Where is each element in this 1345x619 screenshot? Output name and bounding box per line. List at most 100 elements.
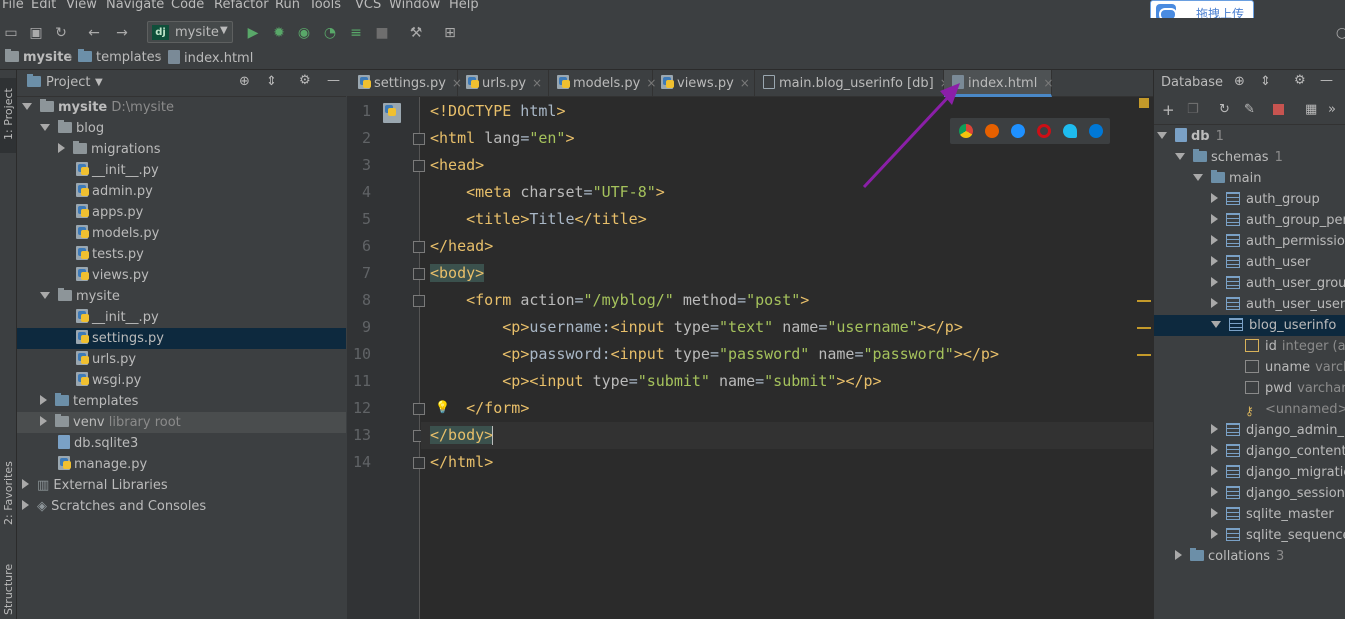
warning-marker[interactable]: [1137, 327, 1151, 329]
chevron-down-icon[interactable]: [1157, 132, 1167, 139]
settings-wrench-icon[interactable]: ⚒: [407, 24, 425, 42]
project-structure-icon[interactable]: ⊞: [441, 24, 459, 42]
chevron-right-icon[interactable]: [1211, 256, 1218, 266]
tree-item[interactable]: db.sqlite3: [17, 433, 346, 454]
back-icon[interactable]: ←: [85, 24, 103, 42]
fold-marker-icon[interactable]: [413, 295, 425, 307]
menu-tools[interactable]: Tools: [309, 0, 341, 12]
safari-icon[interactable]: [1011, 124, 1025, 138]
tree-item[interactable]: venv library root: [17, 412, 346, 433]
tab-views-py[interactable]: views.py ×: [653, 70, 755, 97]
code-line[interactable]: <p>password:<input type="password" name=…: [430, 341, 999, 368]
code-line[interactable]: <head>: [430, 152, 484, 179]
db-tree-item[interactable]: auth_user_user_: [1154, 294, 1345, 315]
tab-models-py[interactable]: models.py ×: [549, 70, 656, 97]
tree-item[interactable]: admin.py: [17, 181, 346, 202]
db-tree-item[interactable]: django_session: [1154, 483, 1345, 504]
sync-icon[interactable]: ↻: [52, 24, 70, 42]
favorites-tool-label[interactable]: 2: Favorites: [2, 461, 15, 525]
tree-item[interactable]: tests.py: [17, 244, 346, 265]
edge-icon[interactable]: [1089, 124, 1103, 138]
db-tree-item[interactable]: schemas 1: [1154, 147, 1345, 168]
chevron-right-icon[interactable]: [40, 395, 47, 405]
concurrency-icon[interactable]: ≡: [347, 24, 365, 42]
stop-icon[interactable]: [1273, 104, 1284, 115]
code-editor[interactable]: 1 2 3 4 5 6 7 8 9 10 11 12 13 14 💡 <!DOCTYPE html> <htm…: [347, 83, 1153, 619]
tree-item[interactable]: ◈ Scratches and Consoles: [17, 496, 346, 517]
tree-item[interactable]: settings.py: [17, 328, 346, 349]
more-icon[interactable]: »: [1328, 102, 1336, 117]
menu-code[interactable]: Code: [171, 0, 204, 12]
collapse-all-icon[interactable]: ⇕: [1260, 74, 1271, 89]
db-tree-item[interactable]: auth_user_group: [1154, 273, 1345, 294]
forward-icon[interactable]: →: [113, 24, 131, 42]
code-line[interactable]: <p>username:<input type="text" name="use…: [430, 314, 963, 341]
chevron-right-icon[interactable]: [1211, 445, 1218, 455]
warning-marker[interactable]: [1137, 300, 1151, 302]
chevron-right-icon[interactable]: [1211, 529, 1218, 539]
code-line[interactable]: </html>: [430, 449, 493, 476]
fold-marker-icon[interactable]: [413, 133, 425, 145]
chevron-right-icon[interactable]: [22, 479, 29, 489]
tree-item[interactable]: ▥ External Libraries: [17, 475, 346, 496]
chevron-right-icon[interactable]: [1211, 214, 1218, 224]
project-view-select[interactable]: Project: [46, 75, 90, 90]
chevron-right-icon[interactable]: [1211, 235, 1218, 245]
code-line[interactable]: <form action="/myblog/" method="post">: [430, 287, 809, 314]
run-icon[interactable]: ▶: [244, 24, 262, 42]
menu-file[interactable]: File: [2, 0, 24, 12]
chevron-down-icon[interactable]: [22, 103, 32, 110]
warning-marker[interactable]: [1137, 354, 1151, 356]
collapse-all-icon[interactable]: ⇕: [266, 74, 277, 89]
tree-item[interactable]: wsgi.py: [17, 370, 346, 391]
code-line[interactable]: <html lang="en">: [430, 125, 575, 152]
inspection-status-icon[interactable]: [1139, 98, 1149, 108]
gear-icon[interactable]: ⚙: [299, 73, 311, 88]
menu-edit[interactable]: Edit: [31, 0, 56, 12]
tab-settings-py[interactable]: settings.py ×: [350, 70, 462, 97]
code-line[interactable]: <!DOCTYPE html>: [430, 98, 565, 125]
copy-icon[interactable]: ❐: [1187, 102, 1199, 117]
add-icon[interactable]: +: [1162, 101, 1175, 119]
close-icon[interactable]: ×: [740, 76, 750, 90]
breadcrumb-templates[interactable]: templates: [78, 49, 161, 65]
chevron-down-icon[interactable]: [40, 292, 50, 299]
chevron-right-icon[interactable]: [1211, 277, 1218, 287]
edit-icon[interactable]: ✎: [1244, 102, 1255, 117]
code-line[interactable]: </head>: [430, 233, 493, 260]
tree-item[interactable]: models.py: [17, 223, 346, 244]
code-line[interactable]: <meta charset="UTF-8">: [430, 179, 665, 206]
db-tree-item[interactable]: collations 3: [1154, 546, 1345, 567]
tree-item[interactable]: urls.py: [17, 349, 346, 370]
close-icon[interactable]: ×: [1043, 76, 1053, 90]
db-tree-item[interactable]: db 1: [1154, 126, 1345, 147]
debug-icon[interactable]: ✹: [270, 24, 288, 42]
chevron-right-icon[interactable]: [1211, 466, 1218, 476]
project-tool-tab[interactable]: 1: Project: [0, 78, 16, 153]
opera-icon[interactable]: [1037, 124, 1051, 138]
chevron-down-icon[interactable]: [1193, 174, 1203, 181]
fold-marker-icon[interactable]: [413, 457, 425, 469]
gear-icon[interactable]: ⚙: [1294, 73, 1306, 88]
chevron-right-icon[interactable]: [1211, 424, 1218, 434]
menu-vcs[interactable]: VCS: [355, 0, 381, 12]
tree-item[interactable]: views.py: [17, 265, 346, 286]
refresh-icon[interactable]: ↻: [1219, 102, 1230, 117]
firefox-icon[interactable]: [985, 124, 999, 138]
db-tree-item[interactable]: blog_userinfo: [1154, 315, 1345, 336]
tree-item[interactable]: __init__.py: [17, 160, 346, 181]
breadcrumb-mysite[interactable]: mysite: [5, 49, 72, 65]
target-icon[interactable]: ⊕: [239, 74, 250, 89]
db-tree-item[interactable]: django_admin_l: [1154, 420, 1345, 441]
tree-item[interactable]: mysite D:\mysite: [17, 97, 346, 118]
chevron-right-icon[interactable]: [1211, 487, 1218, 497]
ie-icon[interactable]: [1063, 124, 1077, 138]
db-tree-item[interactable]: auth_user: [1154, 252, 1345, 273]
tree-item[interactable]: blog: [17, 118, 346, 139]
close-icon[interactable]: ×: [532, 76, 542, 90]
tree-item[interactable]: mysite: [17, 286, 346, 307]
tree-item[interactable]: templates: [17, 391, 346, 412]
tree-item[interactable]: apps.py: [17, 202, 346, 223]
chevron-right-icon[interactable]: [40, 416, 47, 426]
db-tree-item[interactable]: django_content: [1154, 441, 1345, 462]
